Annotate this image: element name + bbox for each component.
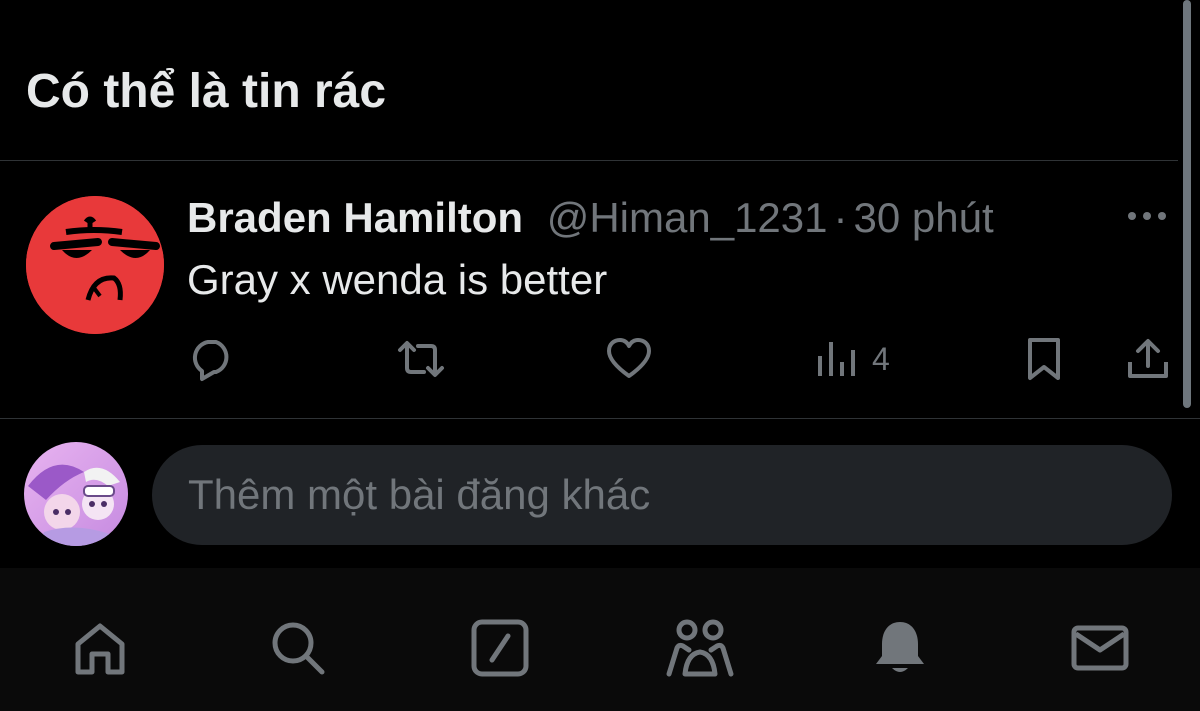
reply-input[interactable]: [152, 445, 1172, 545]
reply-button[interactable]: [188, 336, 236, 382]
compose-icon: [471, 619, 529, 677]
bottom-tab-bar: [0, 568, 1200, 711]
views-button[interactable]: 4: [816, 336, 890, 382]
share-button[interactable]: [1126, 336, 1170, 382]
reply-icon: [192, 340, 229, 381]
tab-search[interactable]: [258, 608, 338, 688]
tweet-text: Gray x wenda is better: [187, 256, 608, 303]
tab-home[interactable]: [60, 608, 140, 688]
search-icon: [272, 622, 325, 675]
share-icon: [1128, 339, 1168, 378]
more-button[interactable]: [1124, 200, 1170, 232]
tab-communities[interactable]: [660, 608, 740, 688]
notifications-icon: [876, 622, 924, 672]
user-avatar[interactable]: [24, 442, 128, 546]
messages-icon: [1071, 625, 1129, 671]
divider-top: [0, 160, 1178, 161]
views-icon: [818, 342, 855, 376]
more-icon: [1128, 212, 1166, 220]
angry-face-icon: [26, 196, 164, 334]
scrollbar[interactable]: [1183, 0, 1191, 408]
views-count: 4: [872, 340, 890, 377]
author-handle[interactable]: @Himan_1231: [547, 194, 828, 241]
retweet-button[interactable]: [394, 336, 448, 382]
meta-separator: ·: [833, 194, 848, 241]
author-name[interactable]: Braden Hamilton: [187, 194, 523, 241]
like-button[interactable]: [605, 336, 653, 382]
home-icon: [75, 623, 125, 675]
retweet-icon: [398, 341, 444, 377]
communities-icon: [666, 619, 734, 677]
like-icon: [607, 338, 651, 378]
user-avatar-image: [24, 442, 128, 546]
tab-compose[interactable]: [460, 608, 540, 688]
divider-bottom: [0, 418, 1200, 419]
tweet-time[interactable]: 30 phút: [854, 194, 994, 241]
tweet-header: Braden Hamilton @Himan_1231 · 30 phút: [187, 192, 994, 244]
reply-composer: [0, 420, 1200, 568]
author-avatar[interactable]: [26, 196, 164, 334]
page-title: Có thể là tin rác: [26, 65, 387, 118]
tab-messages[interactable]: [1060, 608, 1140, 688]
bookmark-icon: [1028, 338, 1060, 380]
tab-notifications[interactable]: [860, 608, 940, 688]
bookmark-button[interactable]: [1024, 336, 1064, 382]
